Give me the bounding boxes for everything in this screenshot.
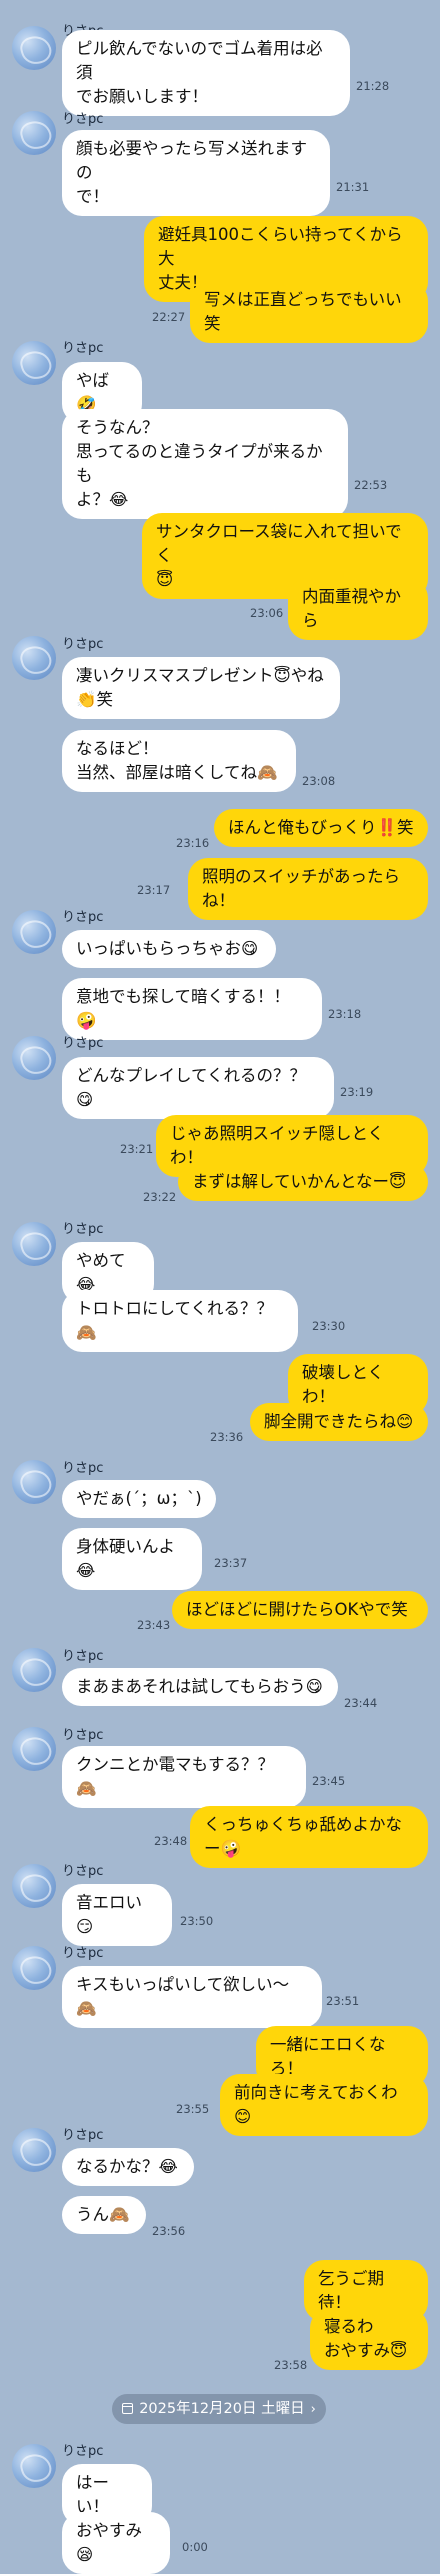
sender-name: りさpc	[62, 2128, 104, 2143]
incoming-message[interactable]: なるほど！ 当然、部屋は暗くしてね🙈	[62, 730, 296, 792]
incoming-message[interactable]: 意地でも探して暗くする！！🤪	[62, 978, 322, 1040]
contact-avatar[interactable]	[12, 1036, 56, 1080]
contact-avatar[interactable]	[12, 1222, 56, 1266]
contact-avatar[interactable]	[12, 111, 56, 155]
message-time: 22:53	[354, 478, 388, 492]
message-time: 23:55	[176, 2102, 210, 2116]
incoming-message[interactable]: うん🙈	[62, 2196, 146, 2234]
incoming-message[interactable]: どんなプレイしてくれるの？？😋	[62, 1057, 334, 1119]
message-time: 23:50	[180, 1914, 214, 1928]
contact-avatar[interactable]	[12, 2444, 56, 2488]
sender-name: りさpc	[62, 1864, 104, 1879]
contact-avatar[interactable]	[12, 1648, 56, 1692]
sender-name: りさpc	[62, 1461, 104, 1476]
contact-avatar[interactable]	[12, 1460, 56, 1504]
sender-name: りさpc	[62, 1222, 104, 1237]
sender-name: りさpc	[62, 1036, 104, 1051]
contact-avatar[interactable]	[12, 341, 56, 385]
incoming-message[interactable]: クンニとか電マもする？？🙈	[62, 1746, 306, 1808]
message-time: 23:06	[250, 606, 284, 620]
contact-avatar[interactable]	[12, 1727, 56, 1771]
incoming-message[interactable]: 身体硬いんよ😂	[62, 1528, 202, 1590]
incoming-message[interactable]: いっぱいもらっちゃお😋	[62, 930, 276, 968]
message-time: 21:31	[336, 180, 370, 194]
sender-name: りさpc	[62, 1728, 104, 1743]
incoming-message[interactable]: キスもいっぱいして欲しい〜🙈	[62, 1966, 322, 2028]
message-time: 23:51	[326, 1994, 360, 2008]
message-time: 23:21	[120, 1142, 154, 1156]
outgoing-message[interactable]: ほどほどに開けたらOKやで笑	[172, 1591, 428, 1629]
message-time: 23:16	[176, 836, 210, 850]
incoming-message[interactable]: ピル飲んでないのでゴム着用は必須 でお願いします！	[62, 30, 350, 116]
contact-avatar[interactable]	[12, 1946, 56, 1990]
message-time: 23:22	[143, 1190, 177, 1204]
sender-name: りさpc	[62, 910, 104, 925]
outgoing-message[interactable]: 脚全開できたらね😊	[250, 1403, 428, 1441]
sender-name: りさpc	[62, 2444, 104, 2459]
sender-name: りさpc	[62, 112, 104, 127]
message-time: 23:36	[210, 1430, 244, 1444]
message-time: 22:27	[152, 310, 186, 324]
message-time: 23:45	[312, 1774, 346, 1788]
sender-name: りさpc	[62, 341, 104, 356]
incoming-message[interactable]: おやすみ😪	[62, 2512, 170, 2574]
contact-avatar[interactable]	[12, 26, 56, 70]
message-time: 23:08	[302, 774, 336, 788]
chevron-right-icon: ›	[310, 2402, 316, 2417]
sender-name: りさpc	[62, 637, 104, 652]
message-time: 23:44	[344, 1696, 378, 1710]
contact-avatar[interactable]	[12, 910, 56, 954]
contact-avatar[interactable]	[12, 1864, 56, 1908]
incoming-message[interactable]: 凄いクリスマスプレゼント😇やね 👏笑	[62, 657, 340, 719]
message-time: 0:00	[182, 2540, 208, 2554]
incoming-message[interactable]: 顔も必要やったら写メ送れますの で！	[62, 130, 330, 216]
outgoing-message[interactable]: まずは解していかんとなー😇	[178, 1163, 428, 1201]
message-time: 23:58	[274, 2358, 308, 2372]
outgoing-message[interactable]: くっちゅくちゅ舐めよかなー🤪	[190, 1806, 428, 1868]
calendar-icon	[122, 2403, 134, 2414]
incoming-message[interactable]: なるかな？😂	[62, 2148, 194, 2186]
outgoing-message[interactable]: 内面重視やから	[288, 578, 428, 640]
incoming-message[interactable]: 音エロい😏	[62, 1884, 172, 1946]
incoming-message[interactable]: トロトロにしてくれる？？🙈	[62, 1290, 298, 1352]
outgoing-message[interactable]: 照明のスイッチがあったらね！	[188, 858, 428, 920]
contact-avatar[interactable]	[12, 2128, 56, 2172]
message-time: 21:28	[356, 79, 390, 93]
date-label: 2025年12月20日 土曜日	[139, 2401, 305, 2417]
date-separator[interactable]: 2025年12月20日 土曜日 ›	[112, 2394, 326, 2424]
outgoing-message[interactable]: 前向きに考えておくわ😊	[220, 2074, 428, 2136]
incoming-message[interactable]: そうなん？ 思ってるのと違うタイプが来るかも よ？😂	[62, 409, 348, 519]
outgoing-message[interactable]: 寝るわ おやすみ😇	[310, 2308, 428, 2370]
chat-view[interactable]: りさpc ピル飲んでないのでゴム着用は必須 でお願いします！ 21:28 りさp…	[0, 0, 440, 2574]
message-time: 23:19	[340, 1085, 374, 1099]
sender-name: りさpc	[62, 1649, 104, 1664]
message-time: 23:43	[137, 1618, 171, 1632]
message-time: 23:56	[152, 2224, 186, 2238]
message-time: 23:37	[214, 1556, 248, 1570]
message-time: 23:30	[312, 1319, 346, 1333]
outgoing-message[interactable]: ほんと俺もびっくり‼️笑	[214, 809, 428, 847]
sender-name: りさpc	[62, 1946, 104, 1961]
message-time: 23:48	[154, 1834, 188, 1848]
outgoing-message[interactable]: 写メは正直どっちでもいい笑	[190, 281, 428, 343]
message-time: 23:18	[328, 1007, 362, 1021]
incoming-message[interactable]: まあまあそれは試してもらおう😋	[62, 1668, 338, 1706]
incoming-message[interactable]: やだぁ(´；ω；`)	[62, 1480, 216, 1518]
contact-avatar[interactable]	[12, 636, 56, 680]
message-time: 23:17	[137, 883, 171, 897]
